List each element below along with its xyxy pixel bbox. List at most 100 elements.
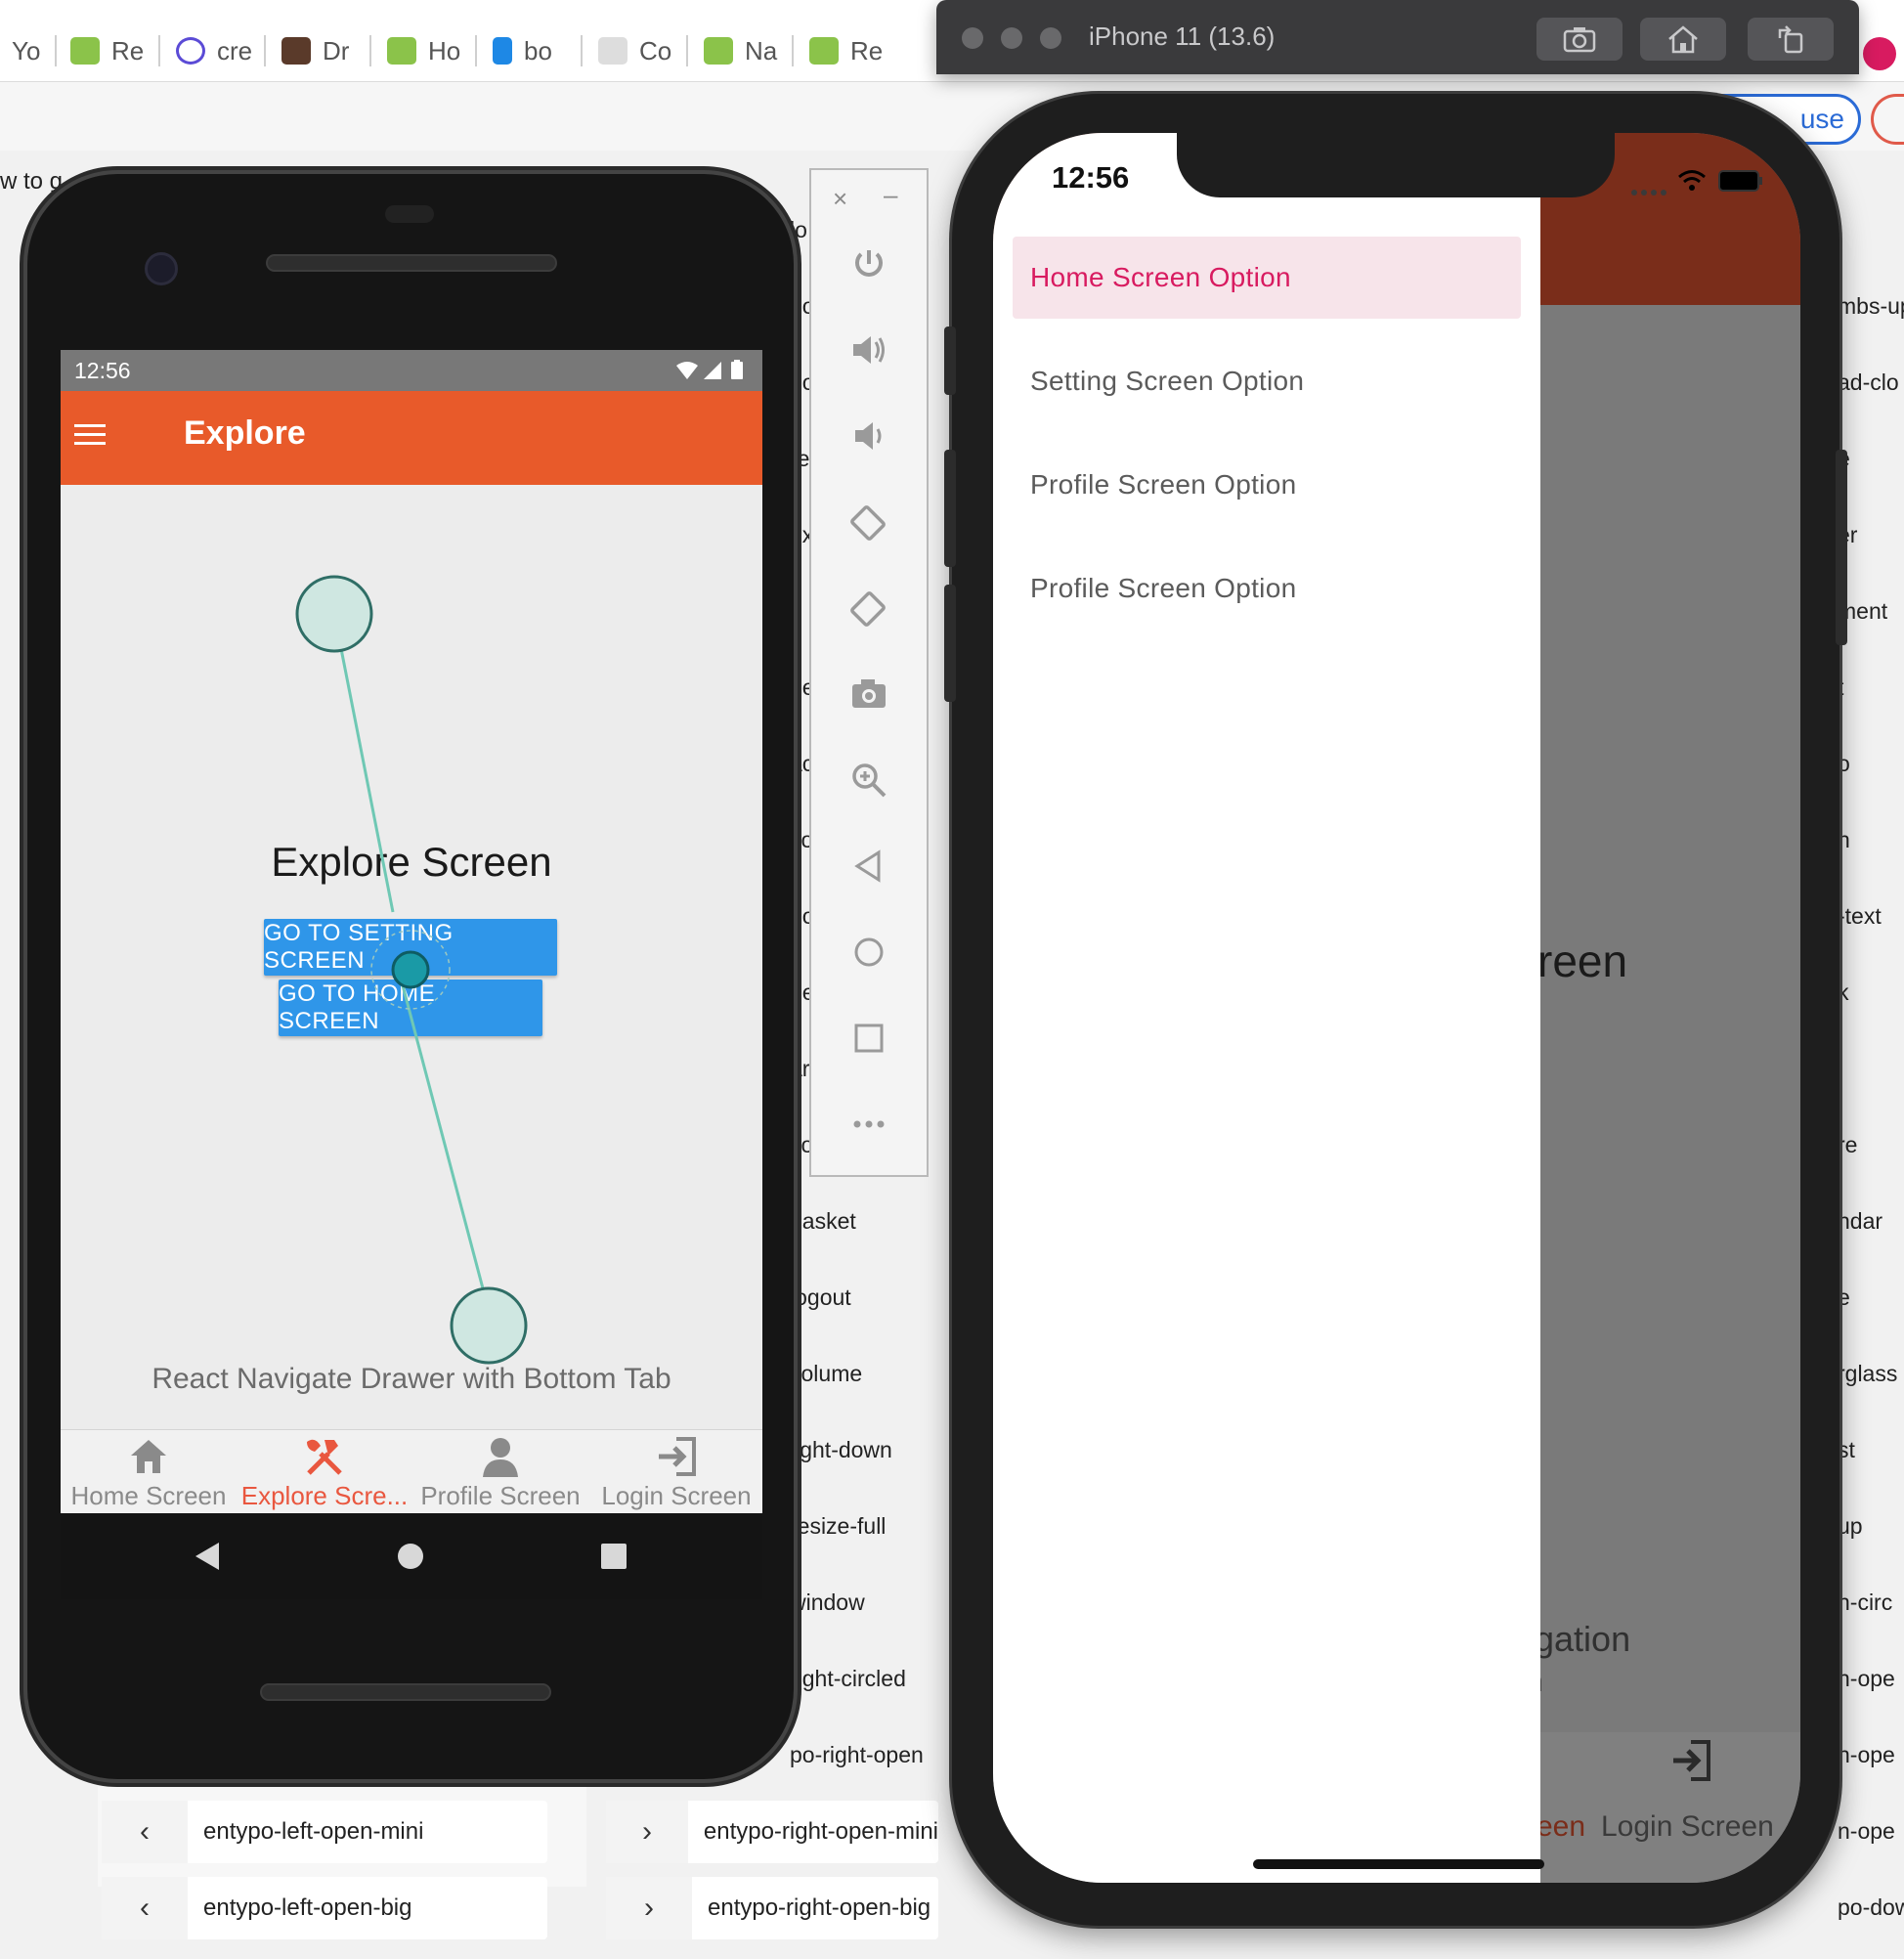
browser-tab[interactable]: cre <box>176 29 266 72</box>
favicon-icon <box>704 37 733 65</box>
drawer-item-label: Home Screen Option <box>1030 262 1291 292</box>
drawer-item-label: Profile Screen Option <box>1030 573 1297 603</box>
list-item-label: right-circled <box>790 1666 906 1691</box>
android-sensor <box>385 205 434 223</box>
list-item-label: entypo-right-open-mini <box>703 1818 938 1845</box>
login-icon <box>659 1437 696 1476</box>
navigation-drawer: Home Screen Option Setting Screen Option… <box>993 133 1540 1883</box>
list-item-label: entypo-right-open-big <box>708 1894 931 1921</box>
tab-label: Profile Screen <box>420 1481 581 1510</box>
explore-heading: Explore Screen <box>271 839 552 885</box>
rotate-right-button[interactable] <box>811 579 927 637</box>
minimize-window-button[interactable] <box>1001 27 1022 49</box>
tab-label: cre <box>217 35 253 65</box>
home-button[interactable] <box>1640 18 1726 61</box>
drawer-item-setting[interactable]: Setting Screen Option <box>1013 340 1521 422</box>
overview-button[interactable] <box>811 1009 927 1067</box>
list-item-label: po-right-open <box>790 1742 924 1767</box>
list-item-label: light-down <box>790 1437 892 1462</box>
favicon-icon <box>598 37 627 65</box>
camera-icon <box>852 679 886 708</box>
overview-icon[interactable] <box>600 1543 627 1570</box>
camera-button[interactable] <box>811 665 927 723</box>
volume-up-button[interactable] <box>811 321 927 379</box>
minimize-icon[interactable]: – <box>884 180 897 210</box>
list-item[interactable]: ‹ entypo-left-open-big <box>102 1877 547 1939</box>
go-to-setting-button[interactable]: GO TO SETTING SCREEN <box>264 919 557 976</box>
page-fragment: w to g <box>0 168 64 195</box>
app-caption: React Navigate Drawer with Bottom Tab <box>151 1363 671 1395</box>
favicon-icon <box>281 37 311 65</box>
drawer-item-label: Setting Screen Option <box>1030 366 1305 396</box>
rotate-left-button[interactable] <box>811 493 927 551</box>
drawer-item-home[interactable]: Home Screen Option <box>1013 237 1521 319</box>
power-side-button <box>1836 450 1847 645</box>
home-button[interactable] <box>811 923 927 981</box>
browser-tab[interactable]: Dr <box>281 29 371 72</box>
tab-home[interactable]: Home Screen <box>61 1430 237 1513</box>
list-item-label: st <box>1838 1437 1855 1462</box>
browser-tab[interactable]: Na <box>704 29 794 72</box>
favicon-icon <box>176 37 205 65</box>
more-button[interactable] <box>811 1095 927 1154</box>
tab-label: bo <box>524 35 552 65</box>
list-item[interactable]: › entypo-right-open-big <box>606 1877 938 1939</box>
browser-tab[interactable]: Ho <box>387 29 477 72</box>
close-window-button[interactable] <box>962 27 983 49</box>
tab-explore[interactable]: Explore Scre... <box>237 1430 412 1513</box>
drawer-item-profile[interactable]: Profile Screen Option <box>1013 444 1521 526</box>
list-item-label: up <box>1838 1513 1863 1539</box>
tab-login[interactable]: Login Screen <box>588 1430 762 1513</box>
home-indicator[interactable] <box>1253 1859 1544 1869</box>
tools-icon <box>307 1439 342 1475</box>
menu-icon[interactable] <box>74 424 106 446</box>
power-button[interactable] <box>811 235 927 293</box>
browser-tab[interactable]: Co <box>598 29 688 72</box>
list-item-label: n-ope <box>1838 1666 1895 1691</box>
android-status-bar: 12:56 <box>61 350 762 391</box>
touch-point-icon <box>450 1286 528 1365</box>
chevron-right-icon: › <box>606 1877 692 1939</box>
tab-label: Home Screen <box>70 1481 227 1510</box>
chevron-left-icon: ‹ <box>102 1877 188 1939</box>
browser-tab[interactable]: bo <box>493 29 583 72</box>
close-icon[interactable]: × <box>833 184 847 214</box>
tab-profile[interactable]: Profile Screen <box>412 1430 588 1513</box>
android-camera <box>145 252 178 285</box>
zoom-button[interactable] <box>811 751 927 809</box>
screenshot-icon <box>1563 27 1596 53</box>
battery-icon <box>1718 170 1763 192</box>
volume-up-side-button <box>944 450 956 567</box>
rotate-button[interactable] <box>1748 18 1834 61</box>
volume-down-button[interactable] <box>811 407 927 465</box>
zoom-window-button[interactable] <box>1040 27 1061 49</box>
android-screen: 12:56 Explore Explore Screen GO TO SETTI… <box>61 350 762 1513</box>
login-tab-button[interactable] <box>1669 1738 1714 1783</box>
simulator-title-bar <box>936 0 1859 74</box>
browser-tab[interactable]: Yo <box>12 29 57 72</box>
go-to-home-button[interactable]: GO TO HOME SCREEN <box>279 980 542 1036</box>
signal-icon <box>1630 184 1667 196</box>
mute-switch <box>944 326 956 395</box>
browser-tab[interactable]: Re <box>70 29 160 72</box>
back-icon[interactable] <box>192 1541 221 1572</box>
list-item-label: rglass <box>1838 1361 1898 1386</box>
drawer-item-label: Profile Screen Option <box>1030 469 1297 500</box>
back-button[interactable] <box>811 837 927 895</box>
bottom-tab-bar: Home Screen Explore Scre... Profile Scre… <box>61 1429 762 1513</box>
favicon-icon <box>809 37 839 65</box>
list-item[interactable]: › entypo-right-open-mini <box>606 1801 938 1863</box>
ios-notch <box>1177 133 1615 197</box>
browser-tab[interactable]: Re <box>809 29 899 72</box>
list-item-label: basket <box>790 1208 856 1234</box>
emulator-toolbar: × – <box>809 168 929 1177</box>
screenshot-button[interactable] <box>1536 18 1623 61</box>
zoom-icon <box>852 763 887 798</box>
drawer-item-profile[interactable]: Profile Screen Option <box>1013 547 1521 630</box>
profile-avatar[interactable] <box>1863 37 1896 70</box>
list-item[interactable]: ‹ entypo-left-open-mini <box>102 1801 547 1863</box>
home-icon <box>131 1440 166 1473</box>
android-status-time: 12:56 <box>74 358 131 383</box>
volume-down-icon <box>855 422 882 450</box>
home-nav-icon[interactable] <box>397 1543 424 1570</box>
